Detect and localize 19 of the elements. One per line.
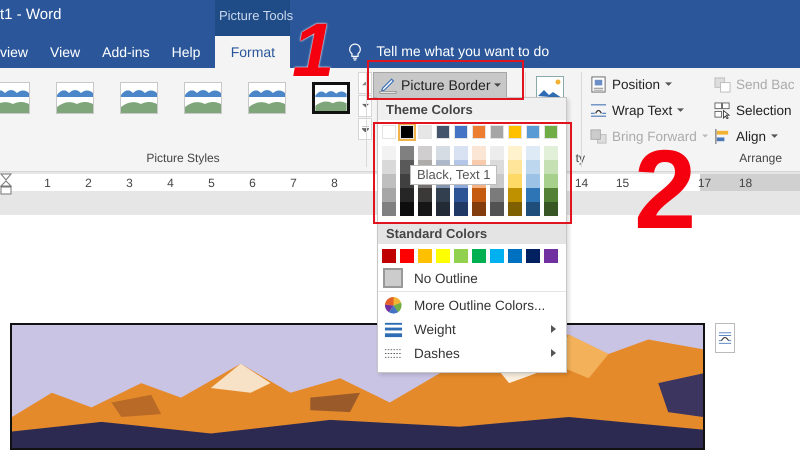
step-number: 2	[634, 150, 696, 231]
menu-section-header: Theme Colors	[378, 98, 566, 120]
ruler-number: 14	[574, 176, 590, 190]
ruler-number: 2	[84, 176, 93, 190]
ruler-number: 8	[330, 176, 339, 190]
ruler-number: 7	[289, 176, 298, 190]
group-label: Picture Styles	[145, 151, 221, 165]
ruler-number: 5	[207, 176, 216, 190]
ruler-number: 1	[43, 176, 52, 190]
group-label: Arrange	[739, 151, 782, 165]
window-title: t1 - Word	[0, 5, 62, 25]
ruler-number: 3	[125, 176, 134, 190]
tooltip: Black, Text 1	[410, 165, 498, 185]
ruler-number: 6	[248, 176, 257, 190]
menu-section-header: Standard Colors	[378, 222, 566, 244]
ruler-number: 18	[738, 176, 754, 190]
ruler-number: 15	[614, 176, 630, 190]
ruler-number: 4	[166, 176, 175, 190]
ruler-number: 17	[696, 176, 712, 190]
